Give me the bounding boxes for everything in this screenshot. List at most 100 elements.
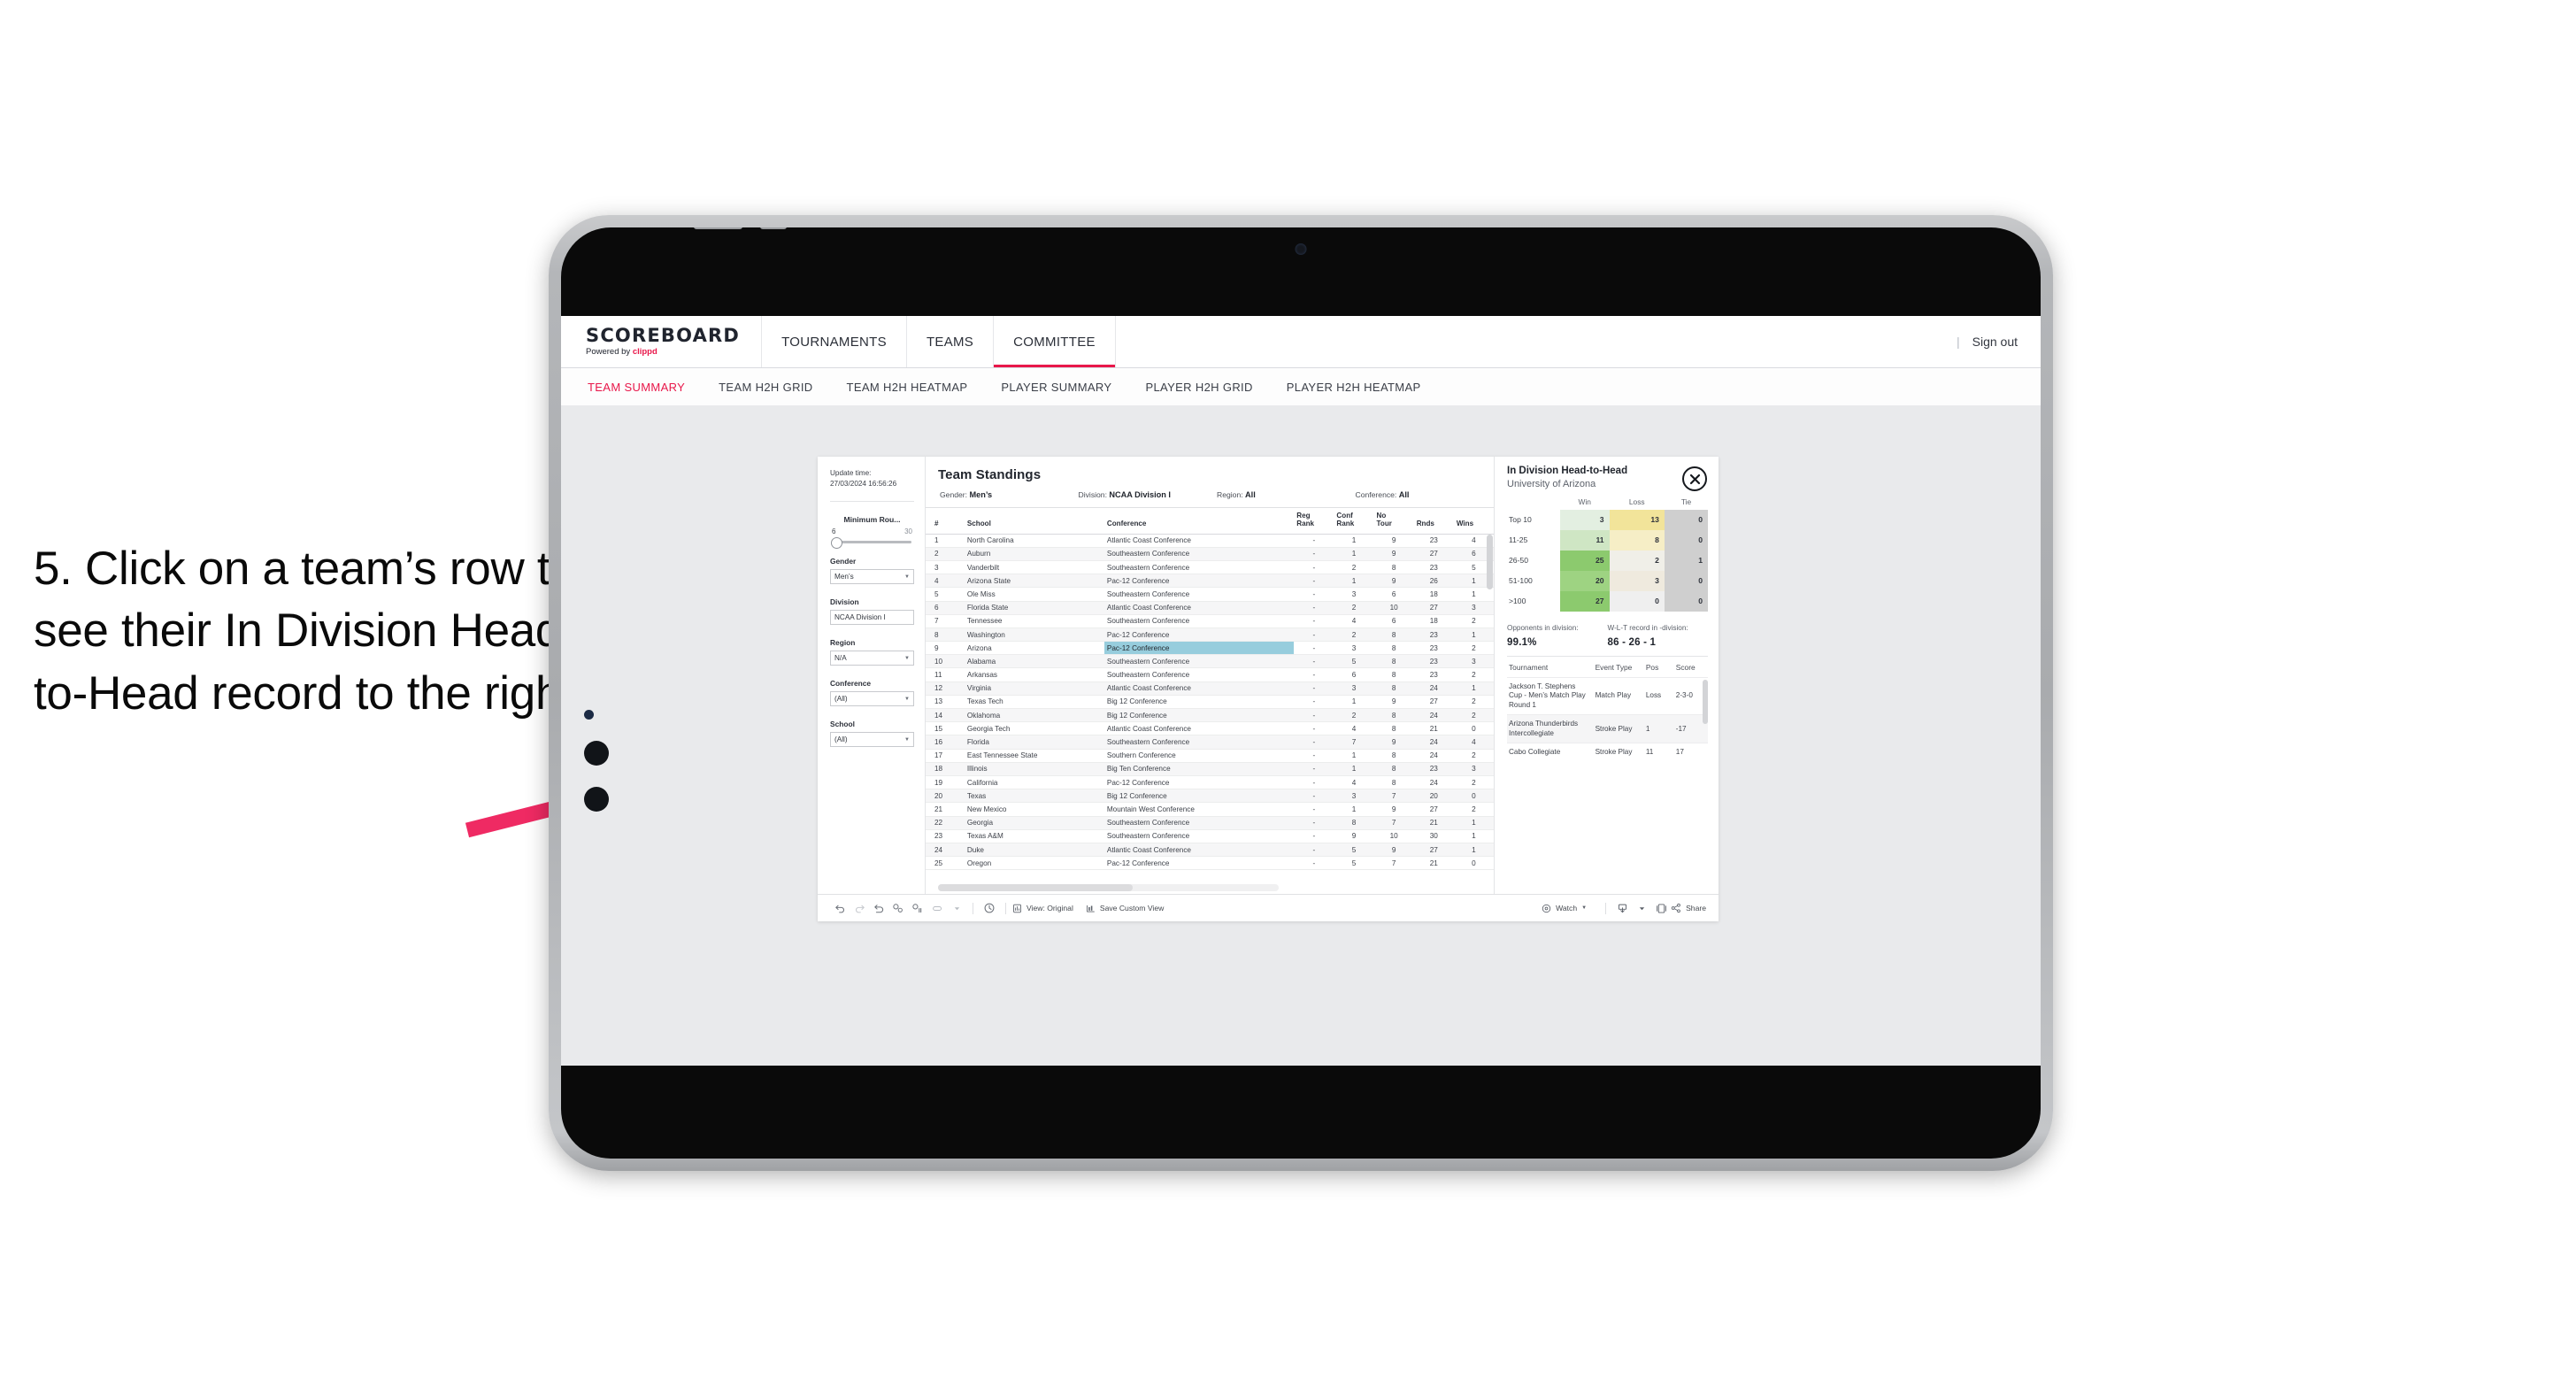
list-item[interactable]: Arizona Thunderbirds Intercollegiate Stro… — [1507, 714, 1708, 743]
reg-rank-cell: - — [1294, 695, 1334, 710]
filter-division-select[interactable]: NCAA Division I — [830, 610, 914, 626]
table-row[interactable]: 15 Georgia Tech Atlantic Coast Conference -… — [926, 721, 1494, 736]
share-button[interactable]: Share — [1671, 903, 1706, 913]
table-row[interactable]: 13 Texas Tech Big 12 Conference -1 9 27 2 — [926, 695, 1494, 710]
conference-cell: Big 12 Conference — [1103, 708, 1295, 723]
slider-handle[interactable] — [831, 536, 842, 549]
school-cell: East Tennessee State — [964, 749, 1104, 763]
brand-logo[interactable]: SCOREBOARD Powered by clippd — [561, 316, 763, 367]
table-row[interactable]: 22 Georgia Southeastern Conference -8 7 21 1 — [926, 816, 1494, 830]
tab-player-summary[interactable]: PLAYER SUMMARY — [997, 381, 1115, 394]
fullscreen-icon[interactable] — [1651, 898, 1671, 918]
h2h-loss-cell: 0 — [1609, 590, 1665, 612]
filter-region-select[interactable]: N/A ▼ — [830, 651, 914, 666]
table-row[interactable]: 16 Florida Southeastern Conference -7 9 24 4 — [926, 735, 1494, 750]
pause-updates-icon[interactable] — [908, 898, 927, 918]
clock-icon[interactable] — [980, 898, 999, 918]
close-icon[interactable] — [1682, 466, 1707, 491]
list-item[interactable]: Cabo Collegiate Stroke Play 11 17 — [1507, 743, 1708, 762]
col-no-tour[interactable]: No Tour — [1373, 508, 1414, 535]
standings-table-scroll[interactable]: # School Conference Reg Rank Conf Rank No T… — [926, 507, 1494, 882]
save-custom-view-button[interactable]: Save Custom View — [1086, 904, 1164, 913]
rnds-cell: 24 — [1413, 735, 1454, 750]
nav-item-tournaments[interactable]: TOURNAMENTS — [762, 316, 907, 367]
watch-button[interactable]: Watch ▼ — [1542, 904, 1587, 913]
table-row[interactable]: 2 Auburn Southeastern Conference -1 9 27 6 — [926, 547, 1494, 561]
tab-player-h2h-heatmap[interactable]: PLAYER H2H HEATMAP — [1283, 381, 1425, 394]
table-row[interactable]: 1 North Carolina Atlantic Coast Conference… — [926, 534, 1494, 548]
h2h-header-row: Win Loss Tie — [1507, 497, 1708, 510]
filter-conference-select[interactable]: (All) ▼ — [830, 691, 914, 707]
reg-rank-cell: - — [1294, 601, 1334, 615]
no-tour-cell: 8 — [1373, 641, 1414, 656]
redo-icon[interactable] — [850, 898, 869, 918]
table-row[interactable]: 17 East Tennessee State Southern Conferenc… — [926, 749, 1494, 763]
rnds-cell: 27 — [1413, 695, 1454, 710]
col-rnds[interactable]: Rnds — [1413, 508, 1454, 535]
view-original-button[interactable]: View: Original — [1012, 904, 1073, 913]
conference-cell: Atlantic Coast Conference — [1103, 534, 1295, 548]
school-cell: Tennessee — [964, 614, 1104, 628]
list-item[interactable]: Jackson T. Stephens Cup - Men’s Match Pl… — [1507, 676, 1708, 715]
tab-team-h2h-heatmap[interactable]: TEAM H2H HEATMAP — [843, 381, 972, 394]
table-row[interactable]: 24 Duke Atlantic Coast Conference -5 9 27 1 — [926, 843, 1494, 858]
nav-item-committee[interactable]: COMMITTEE — [994, 316, 1116, 367]
undo-icon[interactable] — [830, 898, 850, 918]
tab-player-h2h-grid[interactable]: PLAYER H2H GRID — [1142, 381, 1256, 394]
wlt-record: W-L-T record in -division: 86 - 26 - 1 — [1608, 624, 1709, 648]
opponents-label: Opponents in division: — [1507, 623, 1579, 632]
tab-team-h2h-grid[interactable]: TEAM H2H GRID — [715, 381, 816, 394]
col-score: Score — [1675, 662, 1696, 672]
nav-item-teams[interactable]: TEAMS — [907, 316, 995, 367]
col-wins[interactable]: Wins — [1453, 508, 1494, 535]
highlight-caret-icon[interactable] — [947, 898, 966, 918]
col-conf-rank[interactable]: Conf Rank — [1334, 508, 1374, 535]
table-row[interactable]: 18 Illinois Big Ten Conference -1 8 23 3 — [926, 762, 1494, 776]
conference-cell: Southeastern Conference — [1103, 667, 1295, 682]
col-reg-rank[interactable]: Reg Rank — [1294, 508, 1334, 535]
table-horizontal-scrollbar[interactable] — [938, 884, 1279, 891]
scrollbar-thumb[interactable] — [938, 884, 1133, 891]
table-row[interactable]: 3 Vanderbilt Southeastern Conference -2 8 23 5 — [926, 560, 1494, 575]
tournament-scrollbar[interactable] — [1703, 679, 1708, 724]
h2h-win-cell: 25 — [1560, 550, 1610, 571]
table-row[interactable]: 5 Ole Miss Southeastern Conference -3 6 18 1 — [926, 587, 1494, 602]
minimum-rounds-slider[interactable] — [831, 536, 911, 549]
filter-school-select[interactable]: (All) ▼ — [830, 732, 914, 748]
download-caret-icon[interactable] — [1632, 898, 1651, 918]
standings-header-row: # School Conference Reg Rank Conf Rank No T… — [926, 508, 1494, 535]
rank-cell: 11 — [926, 667, 965, 682]
reg-rank-cell: - — [1294, 762, 1334, 776]
table-row[interactable]: 12 Virginia Atlantic Coast Conference -3 8 24… — [926, 681, 1494, 696]
table-row[interactable]: 20 Texas Big 12 Conference -3 7 20 0 — [926, 789, 1494, 804]
table-row[interactable]: 6 Florida State Atlantic Coast Conference -… — [926, 601, 1494, 615]
table-row[interactable]: 9 Arizona Pac-12 Conference -3 8 23 2 — [926, 641, 1494, 656]
tournament-list[interactable]: Tournament Event Type Pos Score Jackson … — [1507, 655, 1708, 762]
table-row[interactable]: 25 Oregon Pac-12 Conference -5 7 21 0 — [926, 856, 1494, 871]
sign-out-button[interactable]: | Sign out — [1957, 316, 2041, 367]
refresh-data-icon[interactable] — [888, 898, 908, 918]
table-row[interactable]: 23 Texas A&M Southeastern Conference -9 10 30… — [926, 829, 1494, 843]
wins-cell: 2 — [1453, 775, 1494, 790]
download-icon[interactable] — [1612, 898, 1632, 918]
wins-cell: 2 — [1453, 749, 1494, 763]
table-row[interactable]: 11 Arkansas Southeastern Conference -6 8 23 2 — [926, 667, 1494, 682]
no-tour-cell: 8 — [1373, 560, 1414, 575]
table-row[interactable]: 14 Oklahoma Big 12 Conference -2 8 24 2 — [926, 708, 1494, 723]
conf-rank-cell: 4 — [1334, 614, 1374, 628]
col-rank[interactable]: # — [926, 508, 965, 535]
col-school[interactable]: School — [964, 508, 1104, 535]
revert-icon[interactable] — [869, 898, 888, 918]
table-vertical-scrollbar[interactable] — [1487, 535, 1493, 589]
table-row[interactable]: 8 Washington Pac-12 Conference -2 8 23 1 — [926, 628, 1494, 643]
tab-team-summary[interactable]: TEAM SUMMARY — [584, 381, 688, 394]
table-row[interactable]: 4 Arizona State Pac-12 Conference -1 9 26 1 — [926, 574, 1494, 589]
filter-gender-select[interactable]: Men’s ▼ — [830, 569, 914, 585]
school-cell: Alabama — [964, 654, 1104, 669]
table-row[interactable]: 21 New Mexico Mountain West Conference -1 9 2… — [926, 802, 1494, 817]
table-row[interactable]: 19 California Pac-12 Conference -4 8 24 2 — [926, 775, 1494, 790]
table-row[interactable]: 10 Alabama Southeastern Conference -5 8 23 3 — [926, 654, 1494, 669]
highlight-icon[interactable] — [927, 898, 947, 918]
table-row[interactable]: 7 Tennessee Southeastern Conference -4 6 18 2 — [926, 614, 1494, 628]
col-conference[interactable]: Conference — [1103, 508, 1295, 535]
